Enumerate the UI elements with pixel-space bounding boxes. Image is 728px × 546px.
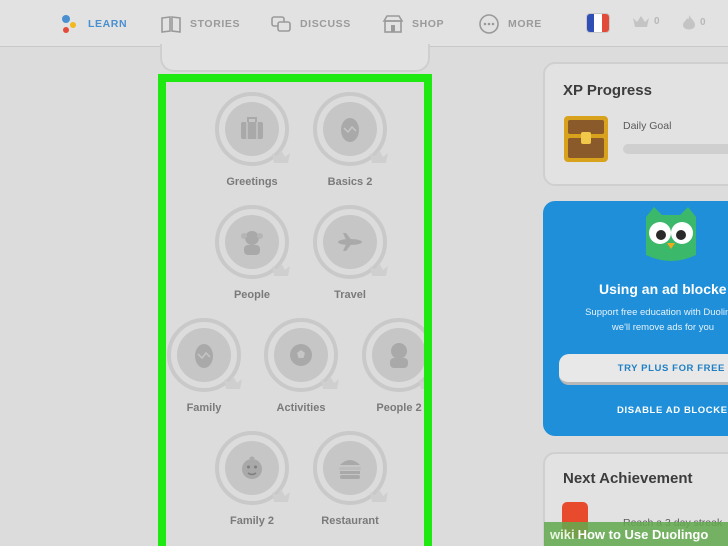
crown-icon: [419, 379, 424, 389]
skill-label: Activities: [276, 402, 326, 414]
owl-mascot-icon: [646, 207, 696, 261]
ad-blocker-card: Using an ad blocke Support free educatio…: [543, 201, 728, 436]
ad-message-line-2: we'll remove ads for you: [611, 322, 715, 333]
egg-icon: [341, 118, 359, 142]
crowns-count: 0: [654, 15, 660, 27]
skill-label: Greetings: [226, 176, 278, 188]
crown-icon: [272, 489, 290, 502]
ball-icon: [290, 344, 312, 366]
streak-counter[interactable]: 0: [682, 14, 706, 30]
skill-ring: [313, 431, 388, 505]
nav-shop[interactable]: SHOP: [382, 0, 444, 47]
skill-ring: [215, 205, 290, 279]
skill-family[interactable]: Family: [166, 318, 254, 414]
airplane-icon: [338, 233, 362, 251]
try-plus-button[interactable]: TRY PLUS FOR FREE: [559, 354, 728, 385]
skill-greetings[interactable]: Greetings: [202, 92, 302, 188]
nav-stories[interactable]: STORIES: [160, 0, 240, 47]
watermark-text: How to Use Duolingo: [577, 526, 709, 542]
nav-more[interactable]: MORE: [478, 0, 542, 47]
next-achievement-title: Next Achievement: [563, 470, 693, 487]
skill-people-2[interactable]: People 2: [349, 318, 424, 414]
crown-icon: [370, 263, 388, 276]
flag-red-band: [601, 14, 609, 32]
skill-label: Family: [186, 402, 222, 414]
learn-dots-icon: [62, 14, 76, 33]
chat-bubbles-icon: [271, 15, 291, 32]
daily-goal-progress-bar: [623, 144, 728, 154]
streak-count: 0: [700, 16, 706, 28]
suitcase-icon: [241, 117, 263, 139]
skill-label: Family 2: [229, 515, 275, 527]
xp-progress-card: XP Progress Daily Goal: [543, 62, 728, 186]
crown-icon: [633, 16, 649, 27]
skill-label: Basics 2: [327, 176, 373, 188]
nav-learn-label: LEARN: [88, 17, 128, 30]
wikihow-watermark: wiki How to Use Duolingo: [544, 522, 728, 546]
skill-ring: [313, 92, 388, 166]
watermark-wiki: wiki: [550, 526, 575, 542]
disable-ad-blocker-link[interactable]: DISABLE AD BLOCKER: [617, 405, 728, 416]
daily-goal-label: Daily Goal: [623, 120, 672, 132]
skill-ring: [215, 431, 290, 505]
xp-progress-title: XP Progress: [563, 82, 652, 99]
skill-ring: [362, 318, 424, 392]
crown-icon: [370, 150, 388, 163]
skill-activities[interactable]: Activities: [251, 318, 351, 414]
top-navigation: LEARN STORIES DISCUSS SHOP MORE 0 0: [0, 0, 728, 47]
nav-discuss-label: DISCUSS: [300, 17, 351, 30]
egg-icon: [195, 344, 213, 368]
ad-blocker-title: Using an ad blocke: [599, 281, 727, 297]
flag-blue-band: [587, 14, 595, 32]
more-dots-icon: [479, 13, 499, 34]
crowns-counter[interactable]: 0: [632, 14, 660, 28]
nav-learn[interactable]: LEARN: [58, 0, 127, 47]
ad-blocker-message: Support free education with Duolingo we'…: [563, 305, 728, 335]
crown-icon: [321, 376, 339, 389]
book-icon: [161, 15, 181, 33]
crown-icon: [370, 489, 388, 502]
skill-people[interactable]: People: [202, 205, 302, 301]
shop-icon: [382, 14, 404, 33]
language-flag[interactable]: [586, 13, 610, 33]
skill-ring: [215, 92, 290, 166]
skill-tree-highlight: Greetings Basics 2 People Travel Family …: [158, 74, 432, 546]
skill-label: Travel: [334, 289, 366, 301]
skill-ring: [313, 205, 388, 279]
people-icon: [390, 343, 408, 368]
skill-basics-2[interactable]: Basics 2: [300, 92, 400, 188]
baby-icon: [242, 456, 262, 479]
crown-icon: [272, 263, 290, 276]
previous-skill-card: [160, 44, 430, 72]
burger-icon: [339, 460, 361, 479]
skill-restaurant[interactable]: Restaurant: [300, 431, 400, 527]
crown-icon: [272, 150, 290, 163]
nav-discuss[interactable]: DISCUSS: [270, 0, 351, 47]
people-icon: [241, 231, 263, 255]
treasure-chest-icon: [564, 116, 608, 162]
skill-label: People 2: [376, 402, 422, 414]
skill-ring: [264, 318, 339, 392]
nav-shop-label: SHOP: [412, 17, 445, 30]
skill-family-2[interactable]: Family 2: [202, 431, 302, 527]
flag-white-band: [594, 14, 602, 32]
skill-label: People: [233, 289, 271, 301]
nav-stories-label: STORIES: [190, 17, 241, 30]
crown-icon: [224, 376, 242, 389]
skill-travel[interactable]: Travel: [300, 205, 400, 301]
flame-icon: [683, 15, 695, 30]
skill-label: Restaurant: [321, 515, 379, 527]
nav-more-label: MORE: [508, 17, 542, 30]
ad-message-line-1: Support free education with Duolingo: [585, 307, 728, 318]
skill-ring: [167, 318, 242, 392]
